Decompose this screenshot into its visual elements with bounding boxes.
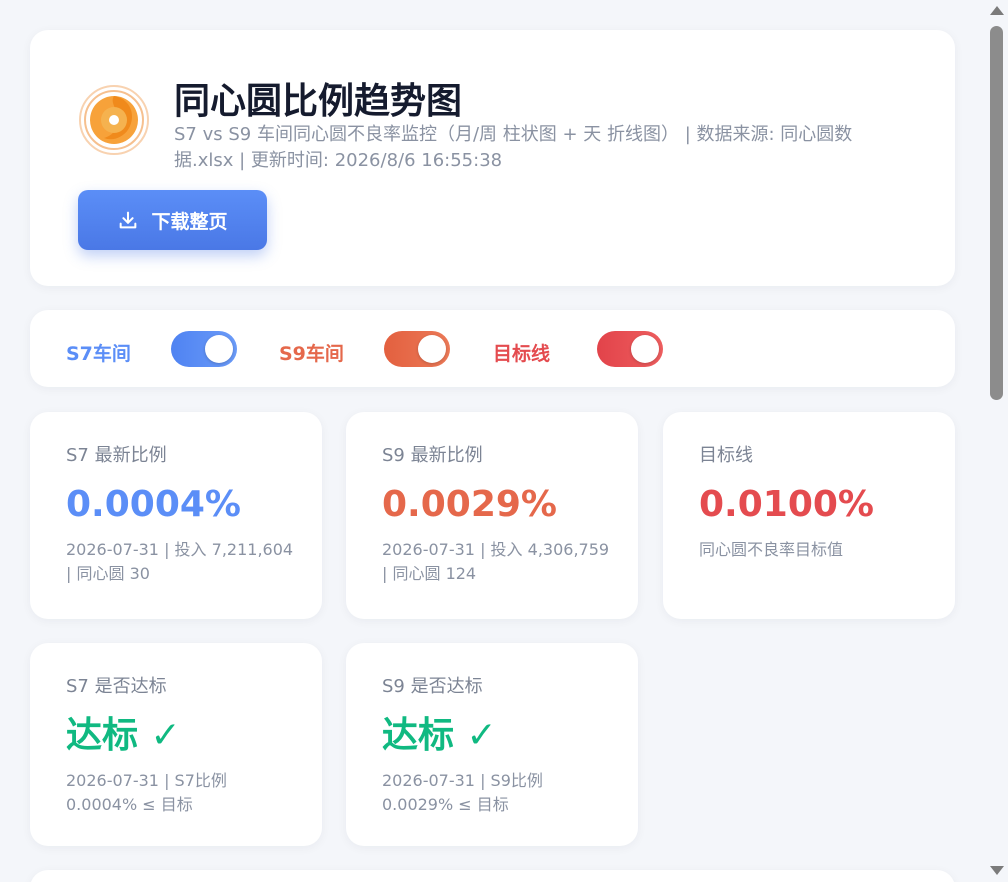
stat-label: S7 是否达标 [66, 676, 167, 697]
toggle-label-target: 目标线 [493, 343, 551, 365]
toggle-label-s9: S9车间 [279, 343, 344, 365]
stat-label: S7 最新比例 [66, 445, 167, 466]
scroll-thumb[interactable] [990, 26, 1003, 400]
vertical-scrollbar[interactable] [985, 0, 1008, 882]
page-subtitle: S7 vs S9 车间同心圆不良率监控（月/周 柱状图 + 天 折线图） | 数… [174, 124, 853, 171]
download-page-button[interactable]: 下载整页 [78, 190, 267, 250]
stat-card-s9-latest: S9 最新比例 0.0029% 2026-07-31 | 投入 4,306,75… [346, 412, 638, 619]
stat-card-target: 目标线 0.0100% 同心圆不良率目标值 [663, 412, 955, 619]
toggle-switch-s9[interactable] [384, 331, 450, 367]
stat-label: S9 是否达标 [382, 676, 483, 697]
stat-card-s9-pass: S9 是否达标 达标 ✓ 2026-07-31 | S9比例 0.0029% ≤… [346, 643, 638, 846]
toggle-knob [205, 335, 233, 363]
toggle-switch-target[interactable] [597, 331, 663, 367]
pass-status: 达标 ✓ [382, 715, 497, 756]
download-icon [120, 211, 137, 229]
toggle-label-s7: S7车间 [66, 343, 131, 365]
scroll-up-arrow-icon[interactable] [990, 6, 1004, 15]
concentric-circle-logo-icon [79, 85, 149, 155]
stat-meta: 2026-07-31 | S9比例 0.0029% ≤ 目标 [382, 771, 543, 814]
download-button-label: 下载整页 [151, 210, 228, 233]
stat-label: 目标线 [699, 445, 753, 466]
toggle-knob [631, 335, 659, 363]
scroll-down-arrow-icon[interactable] [990, 866, 1004, 875]
stat-card-s7-pass: S7 是否达标 达标 ✓ 2026-07-31 | S7比例 0.0004% ≤… [30, 643, 322, 846]
dashboard-page: 同心圆比例趋势图 S7 vs S9 车间同心圆不良率监控（月/周 柱状图 + 天… [0, 0, 1008, 882]
toggle-knob [418, 335, 446, 363]
stat-meta: 2026-07-31 | S7比例 0.0004% ≤ 目标 [66, 771, 227, 814]
stat-label: S9 最新比例 [382, 445, 483, 466]
stat-meta: 2026-07-31 | 投入 7,211,604 | 同心圆 30 [66, 540, 294, 583]
pass-status: 达标 ✓ [66, 715, 181, 756]
stat-value: 0.0100% [699, 484, 874, 525]
stat-value: 0.0029% [382, 484, 557, 525]
toggle-switch-s7[interactable] [171, 331, 237, 367]
stat-meta: 2026-07-31 | 投入 4,306,759 | 同心圆 124 [382, 540, 610, 583]
stat-card-s7-latest: S7 最新比例 0.0004% 2026-07-31 | 投入 7,211,60… [30, 412, 322, 619]
chart-card [30, 870, 955, 882]
stat-meta: 同心圆不良率目标值 [699, 540, 844, 559]
stat-value: 0.0004% [66, 484, 241, 525]
page-title: 同心圆比例趋势图 [174, 81, 463, 122]
